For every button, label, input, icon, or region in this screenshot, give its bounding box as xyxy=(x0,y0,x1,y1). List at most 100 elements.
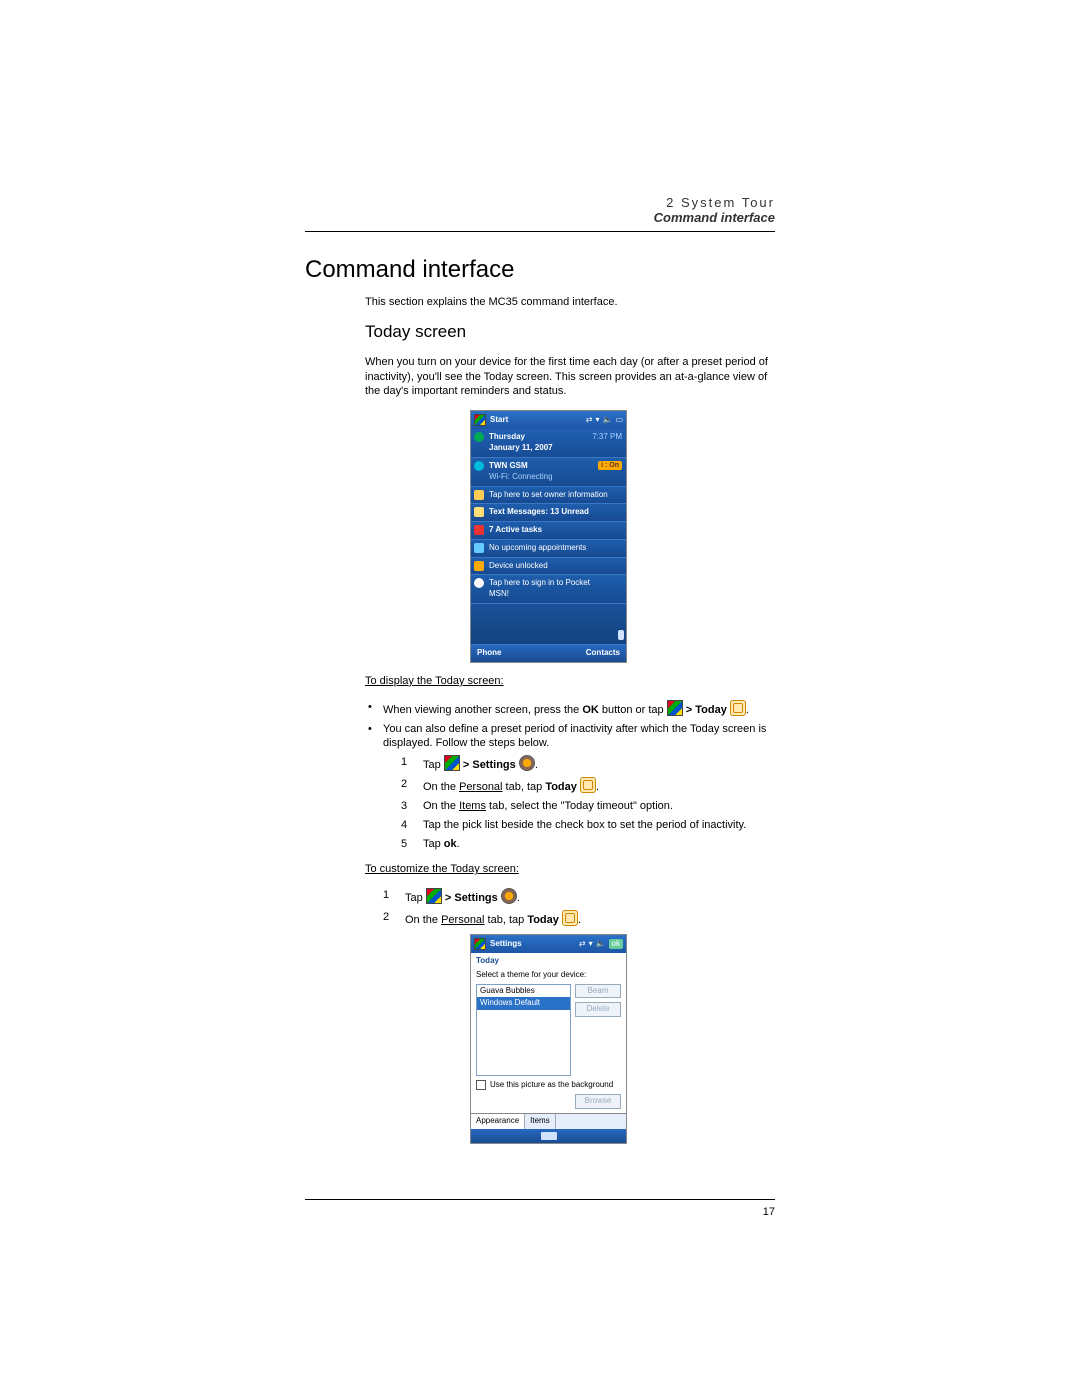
carrier-label: TWN GSM xyxy=(489,461,528,470)
keyboard-icon xyxy=(541,1132,557,1140)
theme-item-selected: Windows Default xyxy=(477,997,570,1010)
today-lead: When you turn on your device for the fir… xyxy=(365,355,775,400)
running-header: 2 System Tour Command interface xyxy=(305,195,775,225)
browse-row: Browse xyxy=(471,1094,626,1113)
step-2: 2 On the Personal tab, tap Today . xyxy=(401,777,775,795)
background-checkbox-row: Use this picture as the background xyxy=(471,1076,626,1095)
connectivity-icon: ⇄ xyxy=(586,415,593,426)
owner-icon xyxy=(474,490,484,500)
page-number: 17 xyxy=(305,1206,775,1218)
footer-rule xyxy=(305,1199,775,1200)
owner-row: Tap here to set owner information xyxy=(471,486,626,504)
today-icon xyxy=(562,910,578,926)
document-page: 2 System Tour Command interface Command … xyxy=(0,0,1080,1278)
settings-page-title: Today xyxy=(471,953,626,970)
softkey-left: Phone xyxy=(477,648,501,659)
checkbox-icon xyxy=(476,1080,486,1090)
date-weekday: Thursday xyxy=(489,432,525,441)
lock-icon xyxy=(474,561,484,571)
tasks-row: 7 Active tasks xyxy=(471,521,626,539)
cust-step-1: 1 Tap > Settings . xyxy=(383,888,775,906)
messages-text: Text Messages: 13 Unread xyxy=(489,507,589,516)
start-flag-icon xyxy=(474,414,486,426)
today-icon xyxy=(730,700,746,716)
settings-icon xyxy=(519,755,535,771)
msn-icon xyxy=(474,578,484,588)
delete-button: Delete xyxy=(575,1002,621,1017)
connectivity-icon: ⇄ xyxy=(579,939,586,950)
theme-body: Guava Bubbles Windows Default Beam Delet… xyxy=(471,984,626,1076)
start-label: Start xyxy=(490,415,508,426)
step-4: 4Tap the pick list beside the check box … xyxy=(401,818,775,833)
volume-icon: 🔈 xyxy=(596,939,606,950)
settings-tabs: Appearance Items xyxy=(471,1113,626,1129)
msn-text: Tap here to sign in to Pocket MSN! xyxy=(489,578,590,598)
customize-steps: 1 Tap > Settings . 2 On the Personal tab… xyxy=(383,888,775,928)
section-heading-today: Today screen xyxy=(365,321,775,344)
start-flag-icon xyxy=(444,755,460,771)
tab-appearance: Appearance xyxy=(471,1114,525,1129)
date-row: Thursday January 11, 2007 7:37 PM xyxy=(471,429,626,457)
display-steps: 1 Tap > Settings . 2 On the Personal tab… xyxy=(401,755,775,851)
date-full: January 11, 2007 xyxy=(489,443,553,452)
status-icons: ⇄ ▾ 🔈 ▭ xyxy=(586,415,623,426)
messages-row: Text Messages: 13 Unread xyxy=(471,503,626,521)
appointments-row: No upcoming appointments xyxy=(471,539,626,557)
today-fill xyxy=(471,603,626,644)
chapter-label: 2 System Tour xyxy=(305,195,775,210)
bullet-ok: When viewing another screen, press the O… xyxy=(365,700,775,718)
tasks-icon xyxy=(474,525,484,535)
lock-row: Device unlocked xyxy=(471,557,626,575)
start-flag-icon xyxy=(667,700,683,716)
device-titlebar: Start ⇄ ▾ 🔈 ▭ xyxy=(471,411,626,429)
time-label: 7:37 PM xyxy=(592,432,622,443)
wifi-badge: i : On xyxy=(598,461,622,470)
cust-step-2: 2 On the Personal tab, tap Today . xyxy=(383,910,775,928)
carrier-icon xyxy=(474,461,484,471)
step-5: 5Tap ok. xyxy=(401,837,775,852)
section-label: Command interface xyxy=(305,210,775,225)
page-title: Command interface xyxy=(305,256,775,284)
sip-bar xyxy=(471,1129,626,1143)
appointments-text: No upcoming appointments xyxy=(489,543,586,552)
signal-icon: ▾ xyxy=(595,415,599,426)
display-bullets: When viewing another screen, press the O… xyxy=(365,700,775,852)
settings-screen-figure: Settings ⇄ ▾ 🔈 ok Today Select a theme f… xyxy=(470,934,627,1144)
clock-icon xyxy=(474,432,484,442)
theme-item: Guava Bubbles xyxy=(477,985,570,998)
body: This section explains the MC35 command i… xyxy=(365,295,775,1144)
volume-icon: 🔈 xyxy=(602,415,612,426)
start-flag-icon xyxy=(474,938,486,950)
settings-titlebar: Settings ⇄ ▾ 🔈 ok xyxy=(471,935,626,953)
beam-button: Beam xyxy=(575,984,621,999)
msn-row: Tap here to sign in to Pocket MSN! xyxy=(471,574,626,603)
scroll-hint-icon xyxy=(618,630,624,640)
softkey-bar: Phone Contacts xyxy=(471,644,626,662)
messages-icon xyxy=(474,507,484,517)
settings-title: Settings xyxy=(490,939,522,950)
theme-label: Select a theme for your device: xyxy=(471,970,626,984)
step-3: 3 On the Items tab, select the "Today ti… xyxy=(401,799,775,814)
step-1: 1 Tap > Settings . xyxy=(401,755,775,773)
softkey-right: Contacts xyxy=(586,648,620,659)
ok-button: ok xyxy=(609,939,623,950)
start-flag-icon xyxy=(426,888,442,904)
signal-icon: ▾ xyxy=(589,939,593,950)
header-rule xyxy=(305,231,775,232)
theme-buttons: Beam Delete xyxy=(575,984,621,1076)
status-icons: ⇄ ▾ 🔈 ok xyxy=(579,939,623,950)
intro-text: This section explains the MC35 command i… xyxy=(365,295,775,310)
subhead-display: To display the Today screen: xyxy=(365,675,504,687)
wifi-label: Wi-Fi: Connecting xyxy=(489,472,553,481)
owner-text: Tap here to set owner information xyxy=(489,490,608,499)
tab-items: Items xyxy=(525,1114,556,1129)
bullet-inactivity: You can also define a preset period of i… xyxy=(365,722,775,852)
theme-list: Guava Bubbles Windows Default xyxy=(476,984,571,1076)
subhead-customize: To customize the Today screen: xyxy=(365,863,519,875)
browse-button: Browse xyxy=(575,1094,621,1109)
today-screen-figure: Start ⇄ ▾ 🔈 ▭ Thursday January 11, 2007 … xyxy=(470,410,627,663)
tasks-text: 7 Active tasks xyxy=(489,525,542,534)
checkbox-label: Use this picture as the background xyxy=(490,1080,613,1091)
lock-text: Device unlocked xyxy=(489,561,548,570)
battery-icon: ▭ xyxy=(615,415,623,426)
